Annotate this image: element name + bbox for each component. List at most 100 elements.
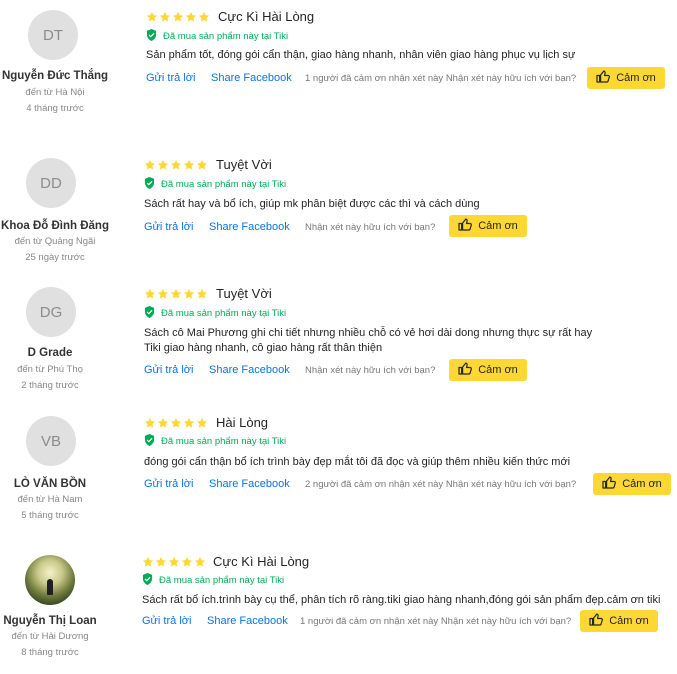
review-time: 8 tháng trước	[21, 647, 79, 658]
star-icon	[155, 555, 167, 573]
star-icon	[181, 555, 193, 573]
star-icon	[196, 416, 208, 434]
review-time: 2 tháng trước	[21, 380, 79, 391]
verified-purchase: Đã mua sản phẩm này tại Tiki	[144, 306, 286, 321]
avatar: DD	[26, 158, 76, 208]
verified-label: Đã mua sản phẩm này tại Tiki	[161, 436, 287, 447]
rating-stars	[142, 555, 206, 573]
verified-label: Đã mua sản phẩm này tại Tiki	[159, 575, 285, 586]
star-icon	[144, 158, 156, 176]
star-icon	[157, 416, 169, 434]
reply-link[interactable]: Gửi trả lời	[144, 478, 193, 490]
thumbs-up-icon	[596, 70, 611, 86]
star-icon	[144, 287, 156, 305]
reviewer-location: đến từ Phú Thọ	[17, 364, 83, 375]
thumbs-up-icon	[589, 613, 604, 629]
reply-link[interactable]: Gửi trả lời	[144, 221, 193, 233]
star-icon	[196, 287, 208, 305]
star-icon	[170, 287, 182, 305]
thumbs-up-icon	[458, 362, 473, 378]
review-time: 4 tháng trước	[26, 103, 84, 114]
thanks-label: Cảm ơn	[622, 478, 662, 490]
reviewer-name: Khoa Đỗ Đình Đăng	[1, 220, 109, 232]
verified-purchase: Đã mua sản phẩm này tại Tiki	[146, 29, 288, 44]
thanks-label: Cảm ơn	[609, 615, 649, 627]
star-icon	[157, 287, 169, 305]
review-title: Hài Lòng	[216, 415, 269, 430]
review-content-line: Sách rất bổ ích.trình bày cụ thể, phân t…	[142, 594, 661, 606]
share-facebook-link[interactable]: Share Facebook	[209, 478, 290, 490]
rating-stars	[144, 158, 208, 176]
share-facebook-link[interactable]: Share Facebook	[209, 364, 290, 376]
reply-link[interactable]: Gửi trả lời	[142, 615, 191, 627]
star-icon	[142, 555, 154, 573]
helpful-text: Nhận xét này hữu ích với bạn?	[305, 365, 436, 376]
review-content-line: Sách cô Mai Phương ghi chi tiết nhưng nh…	[144, 327, 593, 339]
verified-label: Đã mua sản phẩm này tại Tiki	[161, 179, 287, 190]
reply-link[interactable]: Gửi trả lời	[146, 72, 195, 84]
star-icon	[196, 158, 208, 176]
thanks-button[interactable]: Cảm ơn	[449, 215, 527, 237]
review-time: 5 tháng trước	[21, 510, 79, 521]
review-content: Sách rất bổ ích.trình bày cụ thể, phân t…	[142, 593, 660, 608]
reply-link[interactable]: Gửi trả lời	[144, 364, 193, 376]
star-icon	[159, 10, 171, 28]
review-title: Cực Kì Hài Lòng	[213, 554, 310, 569]
verified-shield-icon	[144, 177, 155, 192]
star-icon	[144, 416, 156, 434]
star-icon	[185, 10, 197, 28]
star-icon	[183, 416, 195, 434]
verified-shield-icon	[144, 306, 155, 321]
star-icon	[183, 287, 195, 305]
thumbs-up-icon	[458, 218, 473, 234]
star-icon	[172, 10, 184, 28]
rating-stars	[144, 287, 208, 305]
review-content: đóng gói cẩn thận bổ ích trình bày đẹp m…	[144, 455, 570, 470]
star-icon	[146, 10, 158, 28]
reviewer-location: đến từ Hà Nội	[25, 87, 85, 98]
star-icon	[194, 555, 206, 573]
reviewer-location: đến từ Quảng Ngãi	[14, 236, 96, 247]
thanks-button[interactable]: Cảm ơn	[587, 67, 665, 89]
thanks-button[interactable]: Cảm ơn	[593, 473, 671, 495]
helpful-text: Nhận xét này hữu ích với bạn?	[305, 222, 436, 233]
review-content-line: Tiki giao hàng nhanh, cô giao hàng rất t…	[144, 342, 383, 354]
review-title: Tuyệt Vời	[216, 157, 272, 172]
review-content-line: đóng gói cẩn thận bổ ích trình bày đẹp m…	[144, 456, 571, 468]
reviewer-name: LÒ VĂN BỒN	[13, 478, 87, 490]
avatar-photo	[25, 555, 75, 605]
share-facebook-link[interactable]: Share Facebook	[209, 221, 290, 233]
share-facebook-link[interactable]: Share Facebook	[207, 615, 288, 627]
review-content: Sách cô Mai Phương ghi chi tiết nhưng nh…	[144, 326, 592, 356]
reviewer-name: D Grade	[27, 347, 73, 359]
verified-label: Đã mua sản phẩm này tại Tiki	[161, 308, 287, 319]
share-facebook-link[interactable]: Share Facebook	[211, 72, 292, 84]
reviewer-location: đến từ Hải Dương	[11, 631, 89, 642]
avatar: DG	[26, 287, 76, 337]
rating-stars	[146, 10, 210, 28]
thanks-label: Cảm ơn	[616, 72, 656, 84]
verified-shield-icon	[142, 573, 153, 588]
avatar: VB	[26, 416, 76, 466]
star-icon	[170, 416, 182, 434]
star-icon	[183, 158, 195, 176]
thanks-label: Cảm ơn	[478, 220, 518, 232]
star-icon	[168, 555, 180, 573]
verified-shield-icon	[144, 434, 155, 449]
review-content: Sản phẩm tốt, đóng gói cẩn thận, giao hà…	[146, 48, 575, 63]
avatar: DT	[28, 10, 78, 60]
verified-shield-icon	[146, 29, 157, 44]
thanks-button[interactable]: Cảm ơn	[580, 610, 658, 632]
review-content-line: Sản phẩm tốt, đóng gói cẩn thận, giao hà…	[146, 49, 576, 61]
thanks-label: Cảm ơn	[478, 364, 518, 376]
star-icon	[198, 10, 210, 28]
helpful-text: 1 người đã cảm ơn nhận xét này Nhận xét …	[305, 73, 577, 84]
verified-purchase: Đã mua sản phẩm này tại Tiki	[144, 434, 286, 449]
review-title: Tuyệt Vời	[216, 286, 272, 301]
thanks-button[interactable]: Cảm ơn	[449, 359, 527, 381]
reviewer-location: đến từ Hà Nam	[17, 494, 83, 505]
verified-purchase: Đã mua sản phẩm này tại Tiki	[144, 177, 286, 192]
star-icon	[170, 158, 182, 176]
review-title: Cực Kì Hài Lòng	[218, 9, 315, 24]
review-content-line: Sách rất hay và bổ ích, giúp mk phân biệ…	[144, 198, 480, 210]
